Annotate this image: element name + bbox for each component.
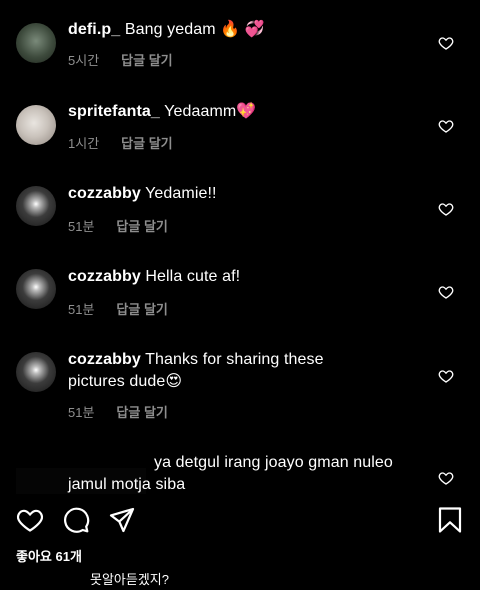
comment-body: ya detgul irang joayo gman nuleo jamul m… — [68, 452, 413, 496]
comment-username[interactable]: cozzabby — [68, 268, 141, 285]
comment-meta: 51분 답글 달기 — [68, 402, 168, 421]
comment-time: 51분 — [68, 405, 95, 420]
comment-text: Yedamie!! — [145, 185, 217, 202]
reply-button[interactable]: 답글 달기 — [116, 216, 167, 235]
heart-outline-icon[interactable] — [16, 506, 44, 534]
comment-item: cozzabby Hella cute af! 51분 답글 달기 — [0, 249, 480, 329]
post-action-bar — [0, 506, 480, 534]
reply-button[interactable]: 답글 달기 — [116, 402, 167, 421]
like-count[interactable]: 좋아요 61개 — [16, 546, 82, 565]
comment-username[interactable]: cozzabby — [68, 351, 141, 368]
comment-meta: 51분 답글 달기 — [68, 216, 168, 235]
heart-icon[interactable] — [438, 35, 454, 51]
comment-text: Yedaamm💖 — [164, 103, 257, 120]
comment-text: Bang yedam 🔥 💞 — [124, 21, 265, 38]
reply-button[interactable]: 답글 달기 — [121, 133, 172, 152]
comment-time: 1시간 — [68, 136, 100, 151]
paper-plane-icon[interactable] — [108, 506, 136, 534]
comment-item: spritefanta_ Yedaamm💖 1시간 답글 달기 — [0, 83, 480, 163]
bookmark-icon[interactable] — [436, 506, 464, 534]
comment-body: spritefanta_ Yedaamm💖 — [68, 101, 418, 123]
comment-time: 51분 — [68, 219, 95, 234]
caption-text: 못알아듣겠지? — [90, 572, 169, 587]
avatar[interactable] — [16, 352, 56, 392]
heart-icon[interactable] — [438, 118, 454, 134]
comment-text: Hella cute af! — [145, 268, 241, 285]
comment-item: cozzabby Yedamie!! 51분 답글 달기 — [0, 166, 480, 246]
comment-meta: 51분 답글 달기 — [68, 299, 168, 318]
reply-button[interactable]: 답글 달기 — [116, 299, 167, 318]
avatar[interactable] — [16, 105, 56, 145]
avatar[interactable] — [16, 23, 56, 63]
comment-username[interactable]: defi.p_ — [68, 21, 120, 38]
comment-username[interactable]: cozzabby — [68, 185, 141, 202]
reply-button[interactable]: 답글 달기 — [121, 50, 172, 69]
avatar[interactable] — [16, 269, 56, 309]
heart-icon[interactable] — [438, 368, 454, 384]
comment-bubble-icon[interactable] — [62, 506, 90, 534]
comment-text: ya detgul irang joayo gman nuleo jamul m… — [68, 454, 393, 493]
comment-item: defi.p_ Bang yedam 🔥 💞 5시간 답글 달기 — [0, 0, 480, 80]
comment-username[interactable]: spritefanta_ — [68, 103, 160, 120]
comment-body: cozzabby Yedamie!! — [68, 183, 418, 205]
comment-time: 51분 — [68, 302, 95, 317]
comment-item: cozzabby Thanks for sharing these pictur… — [0, 332, 480, 432]
heart-icon[interactable] — [438, 470, 454, 486]
comment-body: defi.p_ Bang yedam 🔥 💞 — [68, 19, 418, 41]
avatar[interactable] — [16, 186, 56, 226]
comment-item: ya detgul irang joayo gman nuleo jamul m… — [0, 440, 480, 500]
comment-meta: 5시간 답글 달기 — [68, 50, 173, 69]
comment-body: cozzabby Thanks for sharing these pictur… — [68, 349, 368, 393]
comment-body: cozzabby Hella cute af! — [68, 266, 418, 288]
comment-meta: 1시간 답글 달기 — [68, 133, 173, 152]
heart-icon[interactable] — [438, 284, 454, 300]
comment-time: 5시간 — [68, 53, 100, 68]
heart-icon[interactable] — [438, 201, 454, 217]
